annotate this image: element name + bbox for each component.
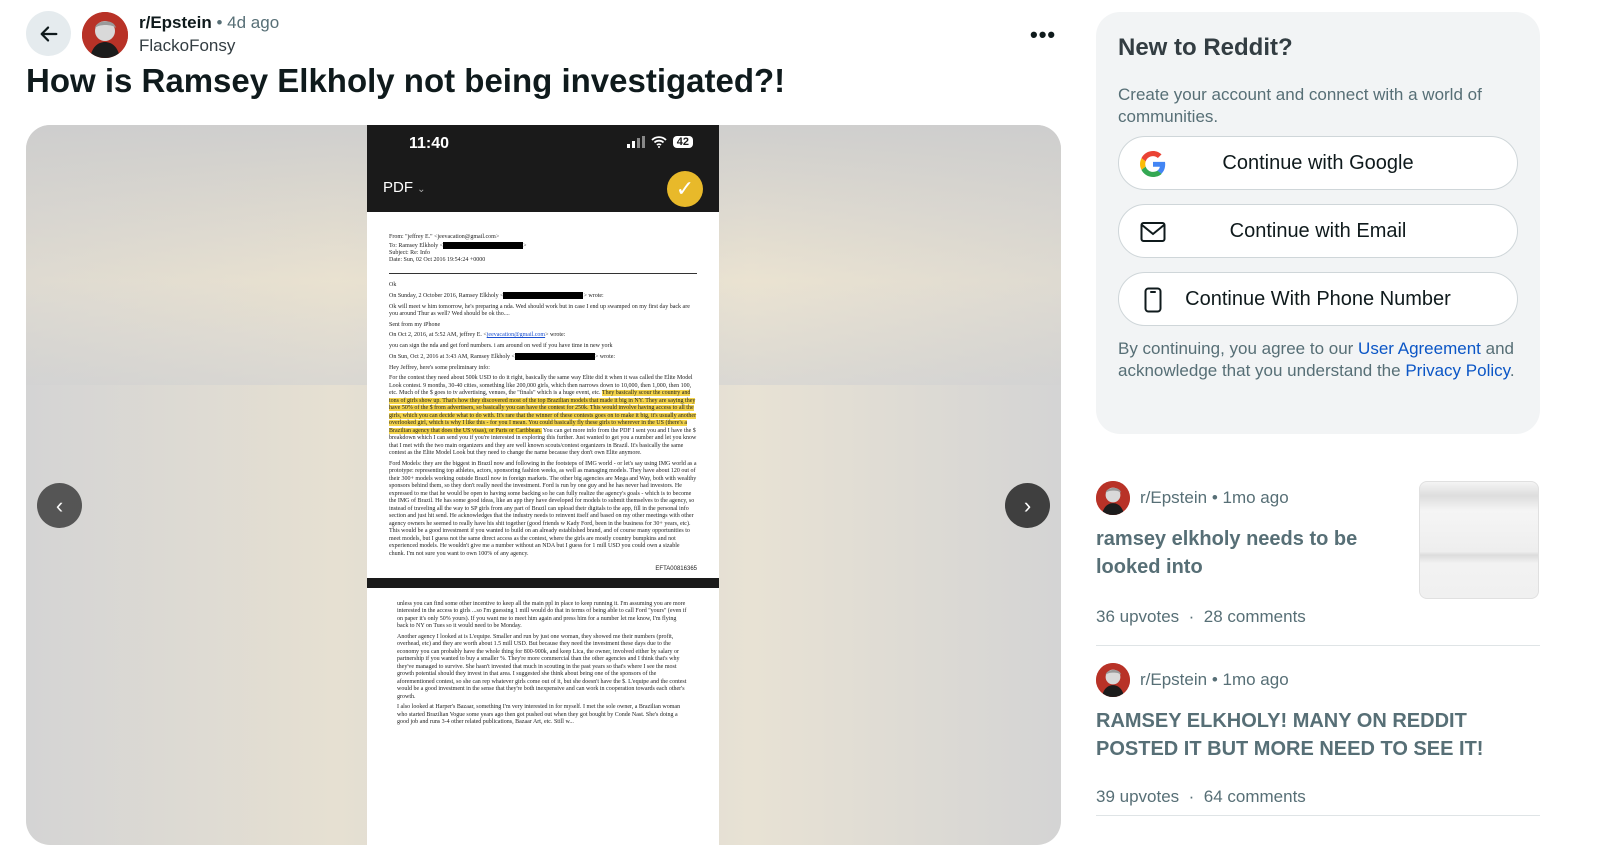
envelope-icon xyxy=(1139,218,1167,246)
checkmark-icon: ✓ xyxy=(667,171,703,207)
email-to: To: Ramsey Elkholy < > xyxy=(389,241,527,249)
doc-line: you can sign the nda and get ford number… xyxy=(389,342,613,349)
continue-with-phone-button[interactable]: Continue With Phone Number xyxy=(1118,272,1518,326)
battery-indicator: 42 xyxy=(672,136,693,148)
google-icon xyxy=(1139,150,1167,178)
author-link[interactable]: FlackoFonsy xyxy=(139,36,235,56)
media-gallery[interactable]: 11:40 42 PDF ⌄ ✓ From: "jeffrey E." <jee… xyxy=(26,125,1061,845)
doc-line: Sent from my iPhone xyxy=(389,321,441,328)
doc-line: On Sun, Oct 2, 2016 at 3:43 AM, Ramsey E… xyxy=(389,353,616,361)
signup-heading: New to Reddit? xyxy=(1118,34,1293,61)
pdf-label: PDF ⌄ xyxy=(383,179,426,196)
doc-id: EFTA00816365 xyxy=(655,566,697,573)
related-subreddit[interactable]: r/Epstein xyxy=(1140,488,1207,507)
doc-line: Hey Jeffrey, here's some preliminary inf… xyxy=(389,364,490,371)
signup-subtext: Create your account and connect with a w… xyxy=(1118,85,1482,126)
subreddit-avatar[interactable] xyxy=(82,12,128,58)
stats-separator: · xyxy=(1188,787,1195,806)
post-time: 4d ago xyxy=(227,13,280,32)
pdf-toolbar: PDF ⌄ ✓ xyxy=(367,165,719,212)
wifi-icon xyxy=(651,136,667,148)
continue-with-email-button[interactable]: Continue with Email xyxy=(1118,204,1518,258)
related-post-thumbnail[interactable] xyxy=(1419,481,1539,599)
doc-paragraph: Another agency I looked at is L'equipe. … xyxy=(397,633,687,700)
doc-paragraph: For the contest they need about 500k USD… xyxy=(389,375,697,457)
upvote-count: 36 upvotes xyxy=(1096,607,1180,626)
phone-status-bar: 11:40 42 xyxy=(367,125,719,165)
doc-line: Ok will meet w him tomorrow, he's prepar… xyxy=(389,303,690,318)
email-button-label: Continue with Email xyxy=(1229,219,1407,242)
meta-separator: • xyxy=(216,13,223,32)
subreddit-avatar xyxy=(1096,663,1130,697)
related-post[interactable]: r/Epstein • 1mo ago RAMSEY ELKHOLY! MANY… xyxy=(1096,663,1540,823)
signal-icon xyxy=(626,136,645,148)
signup-card: New to Reddit? Create your account and c… xyxy=(1096,12,1540,434)
chevron-down-icon: ⌄ xyxy=(417,184,426,195)
meta-separator: • xyxy=(1211,488,1218,507)
meta-separator: • xyxy=(1211,670,1218,689)
doc-line: On Oct 2, 2016, at 5:52 AM, jeffrey E. <… xyxy=(389,332,566,339)
related-post-stats: 36 upvotes · 28 comments xyxy=(1096,607,1306,627)
chevron-left-icon: ‹ xyxy=(55,492,64,518)
phone-time: 11:40 xyxy=(409,135,450,152)
page-break xyxy=(367,577,719,588)
ellipsis-icon: ••• xyxy=(1030,22,1057,47)
email-subject: Subject: Re: Info xyxy=(389,249,430,256)
back-button[interactable] xyxy=(26,11,71,56)
chevron-right-icon: › xyxy=(1023,492,1032,518)
stats-separator: · xyxy=(1188,607,1195,626)
doc-line: Ok xyxy=(389,281,397,288)
user-agreement-link[interactable]: User Agreement xyxy=(1358,339,1481,358)
screenshot-image: 11:40 42 PDF ⌄ ✓ From: "jeffrey E." <jee… xyxy=(367,125,719,845)
divider xyxy=(1096,645,1540,646)
related-subreddit[interactable]: r/Epstein xyxy=(1140,670,1207,689)
phone-button-label: Continue With Phone Number xyxy=(1185,287,1451,310)
related-post-meta: r/Epstein • 1mo ago xyxy=(1140,488,1289,508)
pdf-page: From: "jeffrey E." <jeevacation@gmail.co… xyxy=(367,212,719,574)
privacy-policy-link[interactable]: Privacy Policy xyxy=(1405,361,1510,380)
subreddit-link[interactable]: r/Epstein xyxy=(139,13,212,32)
divider xyxy=(1096,815,1540,816)
more-options-button[interactable]: ••• xyxy=(1030,22,1056,48)
smartphone-icon xyxy=(1139,286,1167,314)
doc-divider xyxy=(389,272,697,274)
google-button-label: Continue with Google xyxy=(1222,151,1414,174)
continue-with-google-button[interactable]: Continue with Google xyxy=(1118,136,1518,190)
upvote-count: 39 upvotes xyxy=(1096,787,1180,806)
redaction-bar xyxy=(514,353,595,361)
next-image-button[interactable]: › xyxy=(1005,483,1050,528)
email-header: From: "jeffrey E." <jeevacation@gmail.co… xyxy=(389,234,697,265)
related-time: 1mo ago xyxy=(1222,488,1289,507)
doc-paragraph: I also looked at Harper's Bazaar, someth… xyxy=(397,704,681,726)
related-post-title[interactable]: ramsey elkholy needs to be looked into xyxy=(1096,525,1416,581)
related-post-meta: r/Epstein • 1mo ago xyxy=(1140,670,1289,690)
doc-paragraph: Ford Models: they are the biggest in Bra… xyxy=(389,460,697,557)
pdf-page-2: unless you can find some other incentive… xyxy=(367,588,719,740)
related-post-title[interactable]: RAMSEY ELKHOLY! MANY ON REDDIT POSTED IT… xyxy=(1096,707,1540,763)
related-post[interactable]: r/Epstein • 1mo ago ramsey elkholy needs… xyxy=(1096,481,1540,646)
related-time: 1mo ago xyxy=(1222,670,1289,689)
arrow-left-icon xyxy=(40,25,57,42)
doc-line: On Sunday, 2 October 2016, Ramsey Elkhol… xyxy=(389,292,604,300)
post-title: How is Ramsey Elkholy not being investig… xyxy=(26,62,786,99)
email-from: From: "jeffrey E." <jeevacation@gmail.co… xyxy=(389,234,500,240)
comment-count: 64 comments xyxy=(1203,787,1306,806)
subreddit-avatar xyxy=(1096,481,1130,515)
comment-count: 28 comments xyxy=(1203,607,1306,626)
post-meta: r/Epstein • 4d ago xyxy=(139,13,279,33)
email-date: Date: Sun, 02 Oct 2016 19:54:24 +0000 xyxy=(389,257,486,264)
doc-paragraph: unless you can find some other incentive… xyxy=(397,600,687,630)
related-post-stats: 39 upvotes · 64 comments xyxy=(1096,787,1306,807)
legal-text: By continuing, you agree to our User Agr… xyxy=(1118,339,1515,380)
redaction-bar xyxy=(443,241,524,249)
previous-image-button[interactable]: ‹ xyxy=(37,483,82,528)
redaction-bar xyxy=(503,292,584,300)
